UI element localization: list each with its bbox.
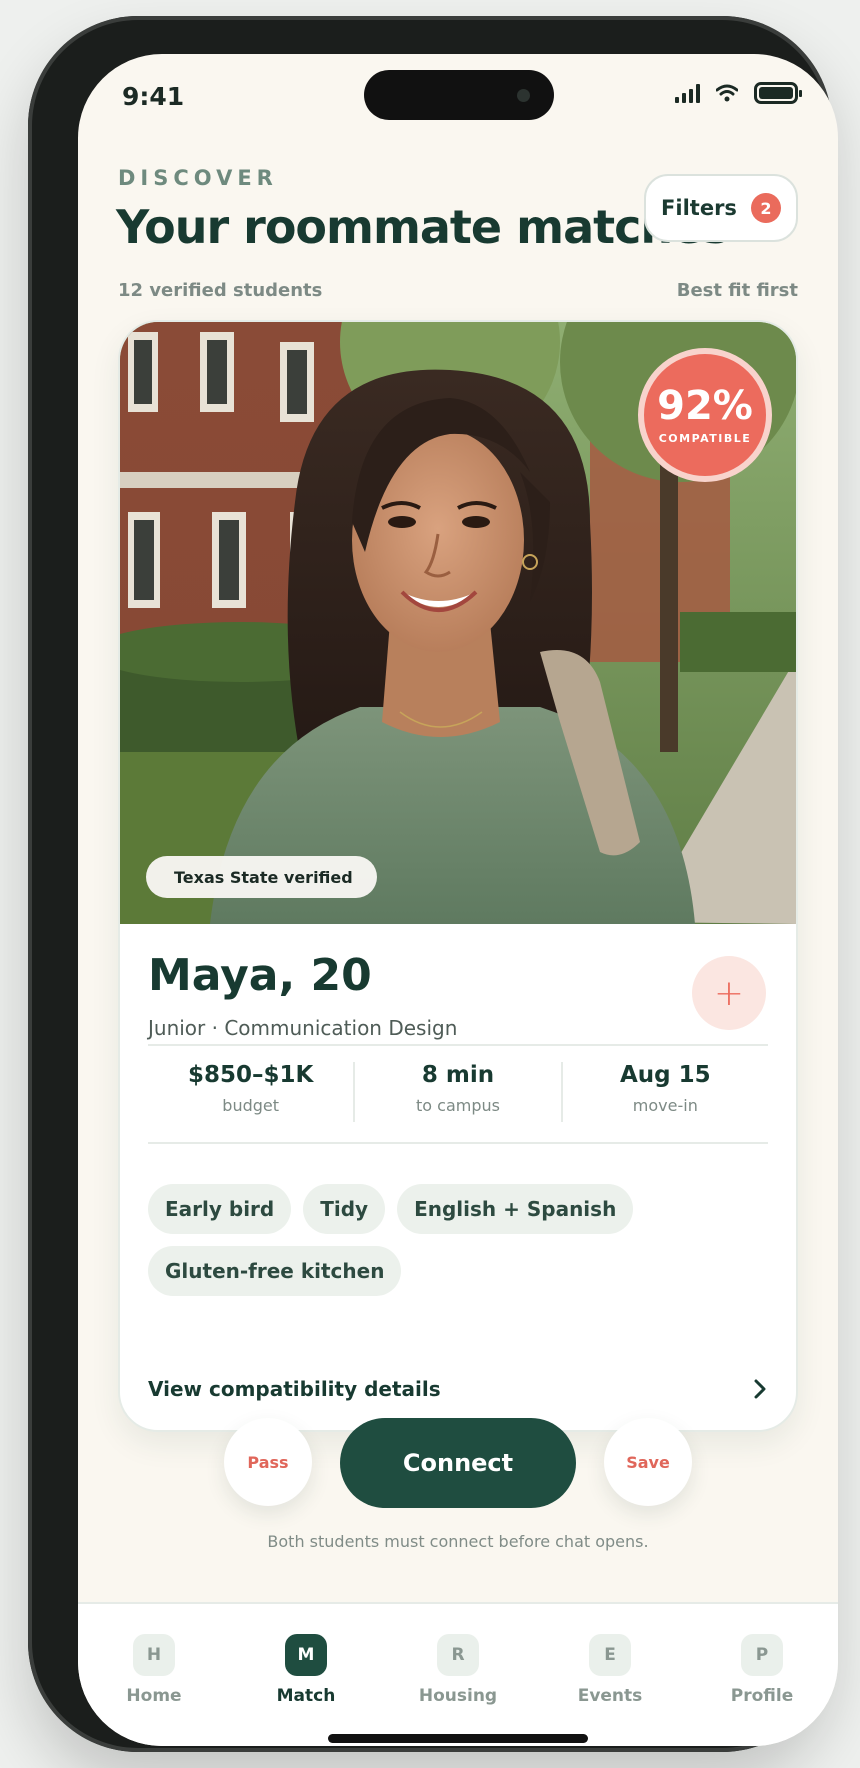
compatibility-percent: 92% <box>657 382 753 429</box>
profile-photo: 92% COMPATIBLE Texas State verified <box>120 322 796 924</box>
sort-order[interactable]: Best fit first <box>677 280 798 301</box>
camera-icon <box>517 89 530 102</box>
stat-value: $850–$1K <box>187 1062 314 1088</box>
home-indicator[interactable] <box>328 1734 588 1743</box>
connect-hint: Both students must connect before chat o… <box>267 1532 649 1551</box>
tab-home[interactable]: H Home <box>78 1634 230 1706</box>
tab-events[interactable]: E Events <box>534 1634 686 1706</box>
compatibility-label: COMPATIBLE <box>658 431 752 445</box>
housing-icon: R <box>437 1634 479 1676</box>
filters-count-badge: 2 <box>750 193 781 223</box>
battery-icon <box>754 82 802 104</box>
stat-move-in: Aug 15 move-in <box>563 1062 768 1122</box>
status-icons <box>675 82 802 104</box>
tab-housing[interactable]: R Housing <box>382 1634 534 1706</box>
verified-badge: Texas State verified <box>146 856 377 898</box>
tab-label: Profile <box>730 1686 794 1706</box>
events-icon: E <box>589 1634 631 1676</box>
compatibility-score-badge: 92% COMPATIBLE <box>638 348 772 482</box>
profile-name-age: Maya, 20 <box>148 950 372 1001</box>
tab-label: Events <box>577 1686 643 1706</box>
match-card[interactable]: 92% COMPATIBLE Texas State verified Maya… <box>118 320 798 1432</box>
tab-label: Match <box>276 1686 336 1706</box>
filters-button[interactable]: Filters 2 <box>644 174 798 242</box>
details-label: View compatibility details <box>148 1377 441 1401</box>
stat-commute: 8 min to campus <box>355 1062 563 1122</box>
divider <box>148 1142 768 1144</box>
filters-label: Filters <box>661 196 737 220</box>
stat-value: 8 min <box>421 1062 495 1088</box>
status-time: 9:41 <box>122 82 185 111</box>
results-summary: 12 verified students Best fit first <box>118 280 798 301</box>
wifi-icon <box>716 84 738 102</box>
profile-major: Junior · Communication Design <box>148 1016 458 1040</box>
page-title: Your roommate matches <box>116 200 730 254</box>
results-count: 12 verified students <box>118 280 323 301</box>
chevron-right-icon <box>754 1379 766 1399</box>
profile-icon: P <box>741 1634 783 1676</box>
view-compatibility-details-link[interactable]: View compatibility details <box>148 1366 768 1412</box>
tag-chip: Early bird <box>148 1184 292 1234</box>
save-button[interactable]: Save <box>604 1418 692 1506</box>
cellular-signal-icon <box>675 83 700 103</box>
pass-button[interactable]: Pass <box>224 1418 312 1506</box>
divider <box>148 1044 768 1046</box>
plus-icon: + <box>713 972 745 1014</box>
stat-value: Aug 15 <box>619 1062 711 1088</box>
phone-frame: 9:41 DISCOVER Your roommate matches Filt… <box>28 16 838 1752</box>
tab-label: Home <box>126 1686 182 1706</box>
app-screen: 9:41 DISCOVER Your roommate matches Filt… <box>78 54 838 1746</box>
lifestyle-tags: Early bird Tidy English + Spanish Gluten… <box>148 1184 768 1296</box>
stat-label: to campus <box>416 1096 500 1115</box>
bottom-tab-bar: H Home M Match R Housing E Events P Prof… <box>78 1602 838 1746</box>
stat-label: budget <box>222 1096 280 1115</box>
tab-label: Housing <box>418 1686 498 1706</box>
dynamic-island <box>364 70 554 120</box>
add-favorite-button[interactable]: + <box>692 956 766 1030</box>
match-icon: M <box>285 1634 327 1676</box>
tag-chip: Gluten-free kitchen <box>148 1246 402 1296</box>
tag-chip: Tidy <box>303 1184 386 1234</box>
home-icon: H <box>133 1634 175 1676</box>
tab-profile[interactable]: P Profile <box>686 1634 838 1706</box>
stat-budget: $850–$1K budget <box>148 1062 356 1122</box>
tag-chip: English + Spanish <box>397 1184 634 1234</box>
tab-match[interactable]: M Match <box>230 1634 382 1706</box>
stat-label: move-in <box>632 1096 698 1115</box>
connect-button[interactable]: Connect <box>340 1418 576 1508</box>
profile-stats: $850–$1K budget 8 min to campus Aug 15 m… <box>148 1062 768 1122</box>
section-eyebrow: DISCOVER <box>118 166 278 190</box>
